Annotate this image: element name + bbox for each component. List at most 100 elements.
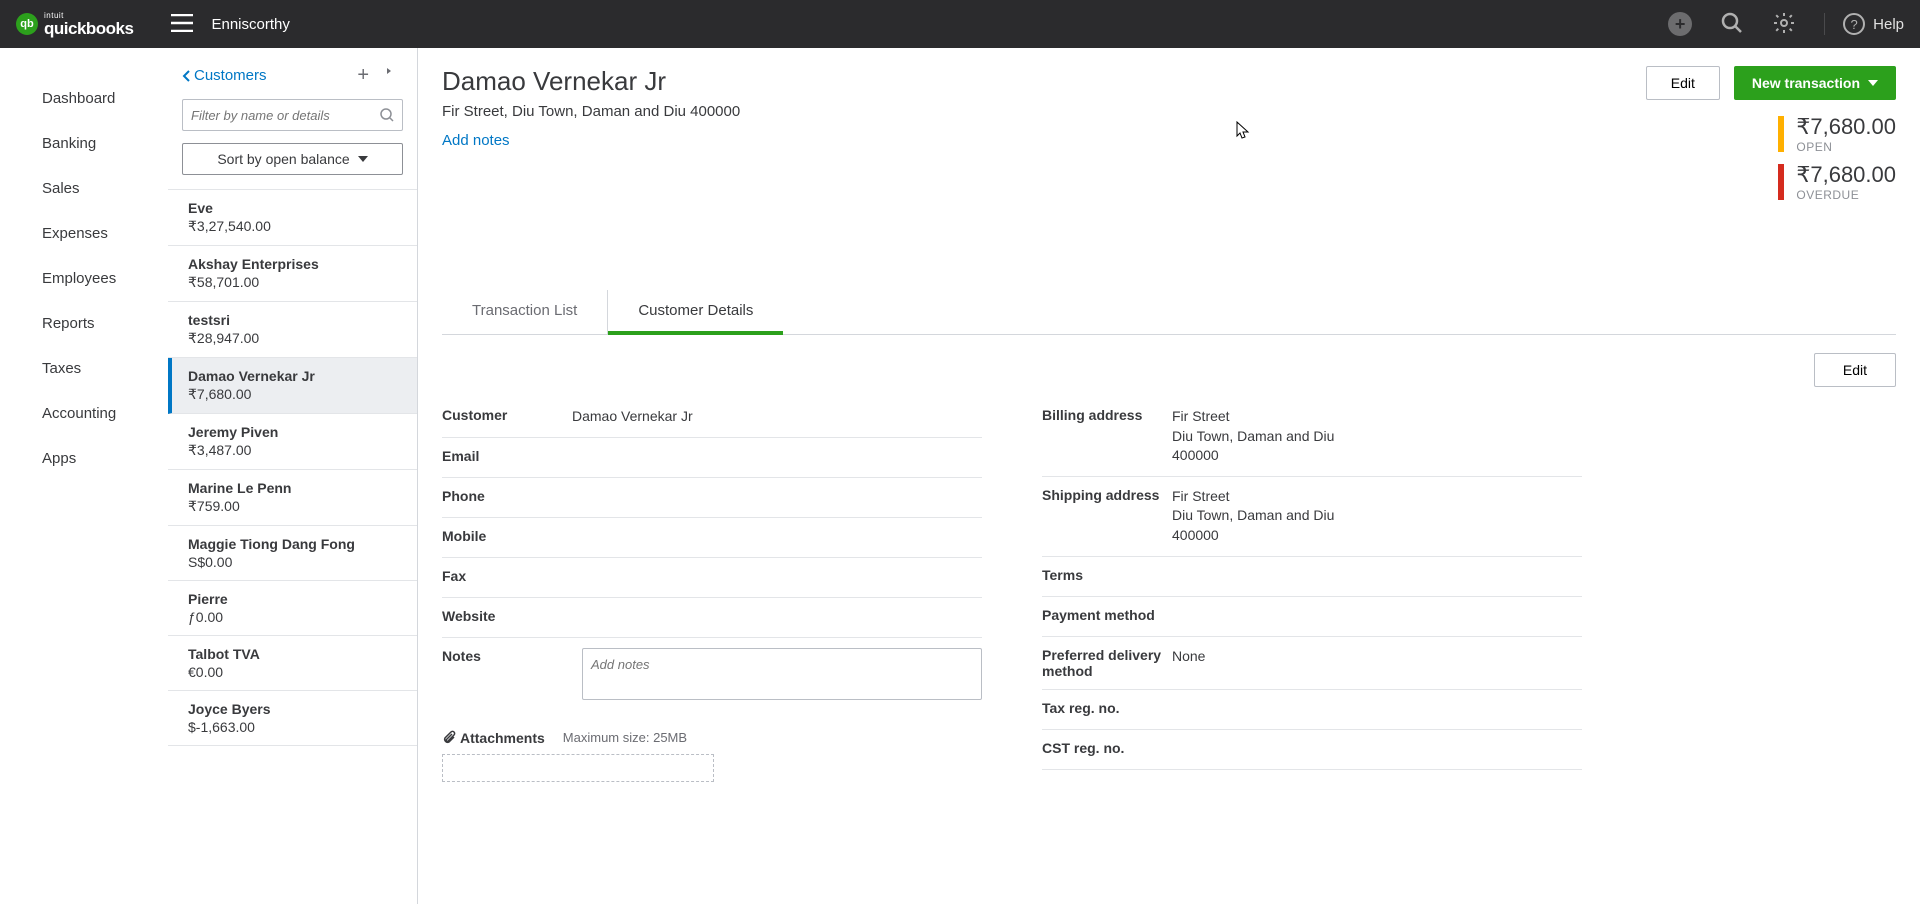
hamburger-icon[interactable] <box>171 14 193 35</box>
filter-input-wrapper[interactable] <box>182 99 403 131</box>
top-header: qb intuit quickbooks Enniscorthy + ? Hel… <box>0 0 1920 48</box>
label-shipping: Shipping address <box>1042 487 1172 503</box>
nav-apps[interactable]: Apps <box>0 436 168 481</box>
attachment-dropzone[interactable] <box>442 754 714 782</box>
attachments-max: Maximum size: 25MB <box>563 730 687 745</box>
search-icon[interactable] <box>1720 11 1744 38</box>
nav-taxes[interactable]: Taxes <box>0 346 168 391</box>
customer-item[interactable]: Maggie Tiong Dang FongS$0.00 <box>168 526 417 581</box>
sort-label: Sort by open balance <box>217 151 349 167</box>
help-button[interactable]: ? Help <box>1824 13 1904 35</box>
add-customer-icon[interactable]: + <box>357 64 369 87</box>
attachments-label[interactable]: Attachments <box>442 730 545 746</box>
customer-item[interactable]: Talbot TVA€0.00 <box>168 636 417 691</box>
label-terms: Terms <box>1042 567 1172 586</box>
customer-item-name: Maggie Tiong Dang Fong <box>188 536 403 552</box>
customer-item-balance: $-1,663.00 <box>188 719 403 735</box>
detail-panel: Damao Vernekar Jr Fir Street, Diu Town, … <box>418 48 1920 904</box>
customer-item[interactable]: Jeremy Piven₹3,487.00 <box>168 414 417 470</box>
chevron-left-icon <box>182 70 190 82</box>
left-nav: Dashboard Banking Sales Expenses Employe… <box>0 48 168 904</box>
qb-logo-icon: qb <box>16 13 38 35</box>
label-tax-reg: Tax reg. no. <box>1042 700 1172 719</box>
value-email <box>572 448 982 467</box>
label-website: Website <box>442 608 572 627</box>
search-icon <box>380 108 394 122</box>
open-amount: ₹7,680.00 <box>1796 114 1896 140</box>
customer-item-balance: ₹7,680.00 <box>188 386 403 403</box>
value-phone <box>572 488 982 507</box>
edit-details-button[interactable]: Edit <box>1814 353 1896 387</box>
value-terms <box>1172 567 1582 586</box>
open-balance-block: ₹7,680.00 OPEN <box>1778 114 1896 154</box>
details-right-column: Billing address Fir Street Diu Town, Dam… <box>1042 397 1582 782</box>
tab-customer-details[interactable]: Customer Details <box>608 290 783 335</box>
attachments-text: Attachments <box>460 730 545 746</box>
nav-sales[interactable]: Sales <box>0 166 168 211</box>
open-bar <box>1778 116 1784 152</box>
overdue-label: OVERDUE <box>1796 188 1896 202</box>
value-pref-delivery: None <box>1172 647 1582 679</box>
customer-item[interactable]: Damao Vernekar Jr₹7,680.00 <box>168 358 417 414</box>
nav-reports[interactable]: Reports <box>0 301 168 346</box>
details-left-column: Customer Damao Vernekar Jr Email Phone M… <box>442 397 982 782</box>
filter-input[interactable] <box>191 108 380 123</box>
customer-item-balance: ₹3,27,540.00 <box>188 218 403 235</box>
customer-item-balance: ₹3,487.00 <box>188 442 403 459</box>
customer-item-name: Talbot TVA <box>188 646 403 662</box>
notes-textarea[interactable] <box>582 648 982 700</box>
customer-item-balance: ₹28,947.00 <box>188 330 403 347</box>
edit-button[interactable]: Edit <box>1646 66 1720 100</box>
nav-employees[interactable]: Employees <box>0 256 168 301</box>
customer-item[interactable]: Akshay Enterprises ₹58,701.00 <box>168 246 417 302</box>
customer-item[interactable]: Marine Le Penn₹759.00 <box>168 470 417 526</box>
nav-dashboard[interactable]: Dashboard <box>0 76 168 121</box>
customer-item-name: Marine Le Penn <box>188 480 403 496</box>
qb-wordmark: intuit quickbooks <box>44 12 133 37</box>
tab-transaction-list[interactable]: Transaction List <box>442 290 608 334</box>
customer-title: Damao Vernekar Jr <box>442 66 740 97</box>
paperclip-icon <box>442 730 456 746</box>
customer-item-balance: ₹58,701.00 <box>188 274 403 291</box>
collapse-icon[interactable] <box>387 64 403 87</box>
value-As <box>572 528 982 547</box>
label-phone: Phone <box>442 488 572 507</box>
add-notes-link[interactable]: Add notes <box>442 132 740 149</box>
customer-item-name: testsri <box>188 312 403 328</box>
customer-item-name: Joyce Byers <box>188 701 403 717</box>
customer-item[interactable]: Pierre ƒ0.00 <box>168 581 417 636</box>
back-label: Customers <box>194 67 267 84</box>
help-icon: ? <box>1843 13 1865 35</box>
label-customer: Customer <box>442 407 572 427</box>
customer-item[interactable]: Eve₹3,27,540.00 <box>168 189 417 246</box>
nav-banking[interactable]: Banking <box>0 121 168 166</box>
customer-item-balance: ƒ0.00 <box>188 609 403 625</box>
value-tax-reg <box>1172 700 1582 719</box>
chevron-down-icon <box>358 156 368 162</box>
customer-item-name: Pierre <box>188 591 403 607</box>
back-to-customers[interactable]: Customers <box>182 67 267 84</box>
open-label: OPEN <box>1796 140 1896 154</box>
label-fax: Fax <box>442 568 572 587</box>
value-billing: Fir Street Diu Town, Daman and Diu 40000… <box>1172 407 1582 466</box>
sort-dropdown[interactable]: Sort by open balance <box>182 143 403 175</box>
label-notes: Notes <box>442 648 572 664</box>
logo[interactable]: qb intuit quickbooks <box>16 12 133 37</box>
customer-item-name: Akshay Enterprises <box>188 256 403 272</box>
customer-item[interactable]: Joyce Byers $-1,663.00 <box>168 691 417 746</box>
label-billing: Billing address <box>1042 407 1172 423</box>
value-website <box>572 608 982 627</box>
company-name[interactable]: Enniscorthy <box>211 16 289 33</box>
overdue-balance-block: ₹7,680.00 OVERDUE <box>1778 162 1896 202</box>
tabs: Transaction List Customer Details <box>442 290 1896 335</box>
nav-accounting[interactable]: Accounting <box>0 391 168 436</box>
customer-list-panel: Customers + Sort by open balance Eve₹3,2… <box>168 48 418 904</box>
new-transaction-button[interactable]: New transaction <box>1734 66 1896 100</box>
nav-expenses[interactable]: Expenses <box>0 211 168 256</box>
customer-list[interactable]: Eve₹3,27,540.00 Akshay Enterprises ₹58,701… <box>168 189 417 904</box>
add-icon[interactable]: + <box>1668 12 1692 36</box>
gear-icon[interactable] <box>1772 11 1796 38</box>
customer-item[interactable]: testsri ₹28,947.00 <box>168 302 417 358</box>
value-fax <box>572 568 982 587</box>
customer-address: Fir Street, Diu Town, Daman and Diu 4000… <box>442 103 740 120</box>
